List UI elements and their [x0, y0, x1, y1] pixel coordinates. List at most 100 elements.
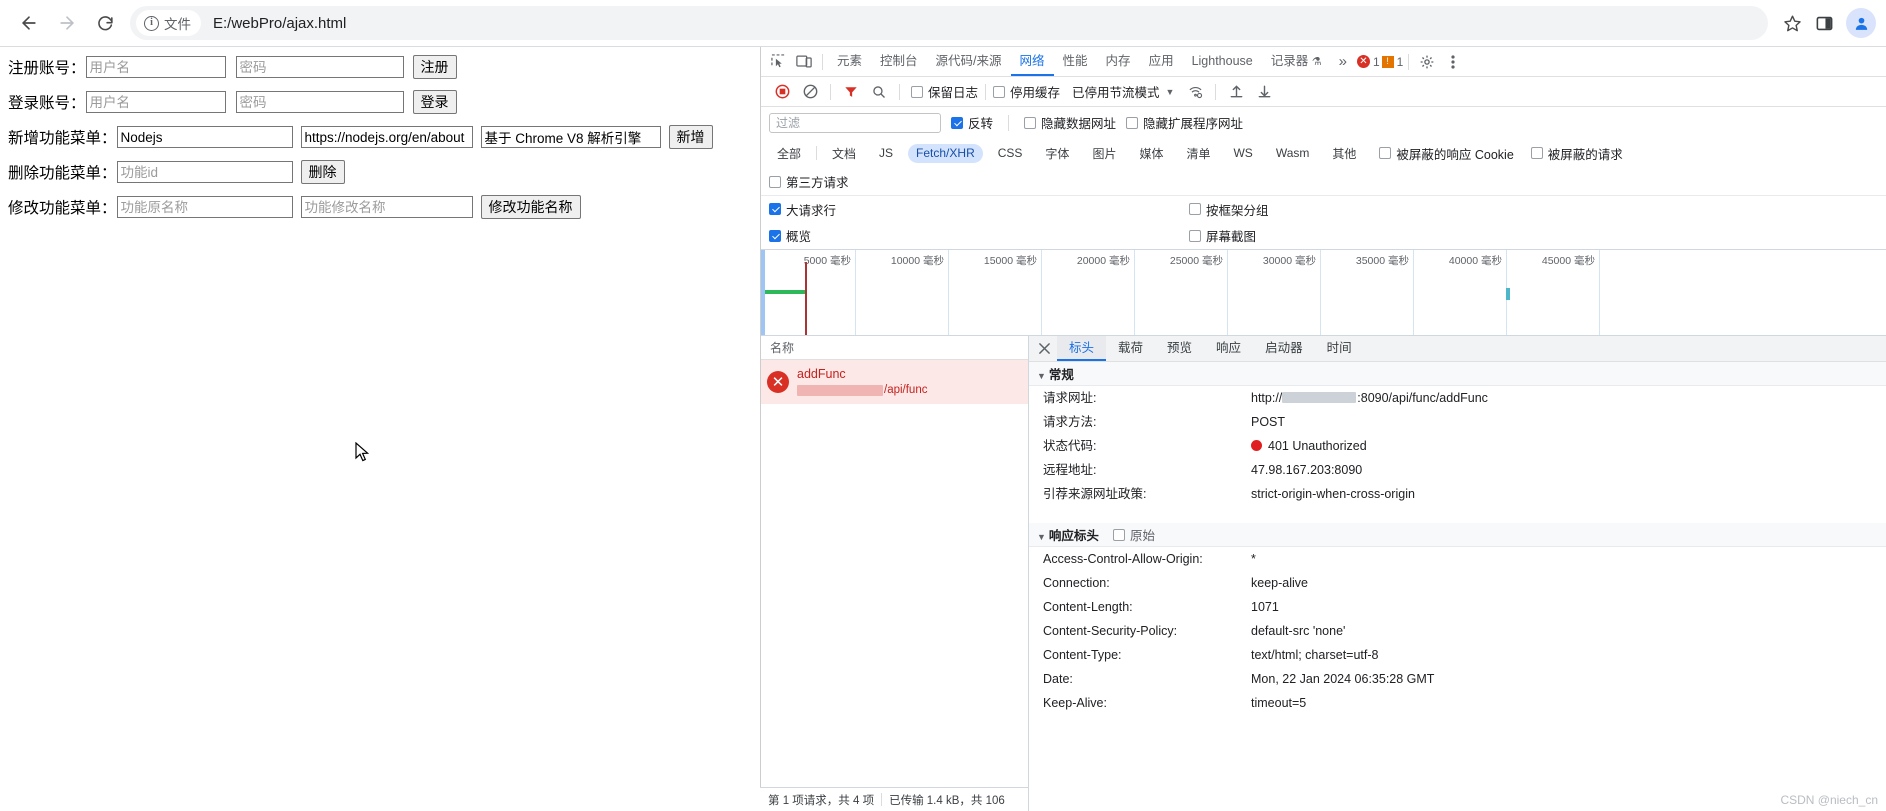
- forward-button[interactable]: [48, 4, 86, 42]
- request-row-addfunc[interactable]: ✕ addFunc /api/func: [761, 360, 1028, 404]
- tab-application[interactable]: 应用: [1140, 47, 1183, 76]
- login-button[interactable]: 登录: [412, 90, 457, 114]
- register-password-input[interactable]: [235, 56, 404, 78]
- back-button[interactable]: [10, 4, 48, 42]
- device-toolbar-button[interactable]: [791, 50, 817, 74]
- tab-performance[interactable]: 性能: [1054, 47, 1097, 76]
- detail-tab-response[interactable]: 响应: [1204, 336, 1253, 361]
- gear-icon: [1421, 55, 1434, 68]
- chip-wasm[interactable]: Wasm: [1268, 144, 1318, 163]
- tab-recorder[interactable]: 记录器 ⚗: [1262, 47, 1331, 76]
- chip-js[interactable]: JS: [871, 144, 901, 163]
- add-menu-name-input[interactable]: [116, 126, 293, 148]
- delete-menu-id-input[interactable]: [116, 161, 293, 183]
- bookmark-button[interactable]: [1776, 7, 1808, 39]
- chip-ws[interactable]: WS: [1225, 144, 1260, 163]
- warning-badge[interactable]: ! 1: [1381, 55, 1403, 69]
- overview-checkbox[interactable]: 概览: [769, 226, 811, 245]
- more-tabs-button[interactable]: »: [1331, 53, 1355, 70]
- screenshots-checkbox[interactable]: 屏幕截图: [1189, 226, 1256, 245]
- import-har-button[interactable]: [1223, 80, 1249, 104]
- blocked-cookies-checkbox[interactable]: 被屏蔽的响应 Cookie: [1379, 144, 1514, 163]
- chip-img[interactable]: 图片: [1084, 144, 1124, 163]
- address-bar[interactable]: i 文件 E:/webPro/ajax.html: [130, 6, 1768, 40]
- tab-elements[interactable]: 元素: [828, 47, 871, 76]
- third-party-checkbox[interactable]: 第三方请求: [769, 172, 849, 191]
- header-key: 请求方法:: [1043, 415, 1097, 429]
- filter-input[interactable]: [769, 112, 941, 133]
- add-menu-url-input[interactable]: [300, 126, 473, 148]
- devtools-panel: 元素 控制台 源代码/来源 网络 性能 内存 应用 Lighthouse 记录器…: [760, 47, 1886, 811]
- profile-button[interactable]: [1846, 8, 1876, 38]
- edit-menu-newname-input[interactable]: [300, 196, 473, 218]
- search-toggle-button[interactable]: [866, 80, 892, 104]
- preserve-log-box: [911, 85, 923, 98]
- devtools-settings-button[interactable]: [1414, 50, 1440, 74]
- tab-console[interactable]: 控制台: [871, 47, 927, 76]
- overview-dom-content-loaded-line: [805, 262, 807, 335]
- chip-css[interactable]: CSS: [990, 144, 1031, 163]
- group-by-frame-checkbox[interactable]: 按框架分组: [1189, 200, 1269, 219]
- disable-cache-label: 停用缓存: [1010, 86, 1061, 100]
- site-info-chip[interactable]: i 文件: [136, 10, 201, 36]
- tab-memory[interactable]: 内存: [1097, 47, 1140, 76]
- tab-network[interactable]: 网络: [1011, 47, 1054, 76]
- inspect-element-button[interactable]: [765, 50, 791, 74]
- login-password-input[interactable]: [235, 91, 404, 113]
- throttling-select[interactable]: 已停用节流模式 ▼: [1072, 82, 1174, 101]
- login-username-input[interactable]: [85, 91, 226, 113]
- general-section-header[interactable]: ▼ 常规: [1029, 362, 1886, 386]
- response-header-item: Content-Length: 1071: [1029, 595, 1886, 619]
- register-button[interactable]: 注册: [412, 55, 457, 79]
- devtools-more-button[interactable]: [1440, 50, 1466, 74]
- big-request-rows-checkbox[interactable]: 大请求行: [769, 200, 836, 219]
- disable-cache-checkbox[interactable]: 停用缓存: [993, 82, 1060, 101]
- chip-fetch-xhr[interactable]: Fetch/XHR: [908, 143, 983, 163]
- chip-other[interactable]: 其他: [1324, 144, 1364, 163]
- add-menu-button[interactable]: 新增: [668, 125, 713, 149]
- reload-button[interactable]: [86, 4, 124, 42]
- third-party-box: [769, 175, 781, 188]
- detail-tab-initiator[interactable]: 启动器: [1253, 336, 1315, 361]
- edit-menu-button[interactable]: 修改功能名称: [480, 195, 581, 219]
- network-conditions-button[interactable]: [1182, 80, 1208, 104]
- response-headers-section-header[interactable]: ▼ 响应标头 原始: [1029, 523, 1886, 547]
- info-icon: i: [144, 15, 159, 31]
- chip-font[interactable]: 字体: [1037, 144, 1077, 163]
- tab-lighthouse[interactable]: Lighthouse: [1183, 47, 1262, 76]
- chip-media[interactable]: 媒体: [1131, 144, 1171, 163]
- preserve-log-checkbox[interactable]: 保留日志: [911, 82, 978, 101]
- export-har-button[interactable]: [1251, 80, 1277, 104]
- detail-tab-preview[interactable]: 预览: [1155, 336, 1204, 361]
- add-menu-desc-input[interactable]: [480, 126, 661, 148]
- inspect-cursor-icon: [770, 54, 784, 68]
- network-overview-timeline[interactable]: 5000 毫秒 10000 毫秒 15000 毫秒 20000 毫秒 25000…: [761, 249, 1886, 335]
- error-badge[interactable]: ✕ 1: [1356, 55, 1380, 69]
- detail-tab-payload[interactable]: 载荷: [1106, 336, 1155, 361]
- request-url: /api/func: [797, 383, 927, 399]
- filter-toggle-button[interactable]: [838, 80, 864, 104]
- tab-sources[interactable]: 源代码/来源: [927, 47, 1011, 76]
- side-panel-button[interactable]: [1808, 7, 1840, 39]
- detail-tab-timing[interactable]: 时间: [1315, 336, 1364, 361]
- blocked-requests-checkbox[interactable]: 被屏蔽的请求: [1530, 144, 1623, 163]
- edit-menu-oldname-input[interactable]: [116, 196, 293, 218]
- delete-menu-button[interactable]: 删除: [300, 160, 345, 184]
- group-by-frame-cell: 按框架分组: [1189, 200, 1269, 219]
- chip-doc[interactable]: 文档: [824, 144, 864, 163]
- page-content: 注册账号： 注册 登录账号： 登录 新增功能菜单： 新增 删除功能菜单： 删除 …: [0, 47, 760, 811]
- close-detail-button[interactable]: [1031, 337, 1057, 361]
- big-request-rows-cell: 大请求行: [769, 200, 1189, 219]
- detail-tab-headers[interactable]: 标头: [1057, 336, 1107, 361]
- register-username-input[interactable]: [85, 56, 226, 78]
- record-button[interactable]: [769, 80, 795, 104]
- hide-data-urls-checkbox[interactable]: 隐藏数据网址: [1024, 113, 1116, 132]
- chip-manifest[interactable]: 清单: [1178, 144, 1218, 163]
- hide-ext-urls-checkbox[interactable]: 隐藏扩展程序网址: [1126, 113, 1243, 132]
- raw-toggle-checkbox[interactable]: 原始: [1112, 525, 1155, 544]
- chip-all[interactable]: 全部: [769, 144, 809, 163]
- clear-icon: [803, 84, 817, 99]
- clear-button[interactable]: [797, 80, 823, 104]
- delete-menu-label: 删除功能菜单：: [8, 165, 117, 182]
- invert-checkbox[interactable]: 反转: [951, 113, 993, 132]
